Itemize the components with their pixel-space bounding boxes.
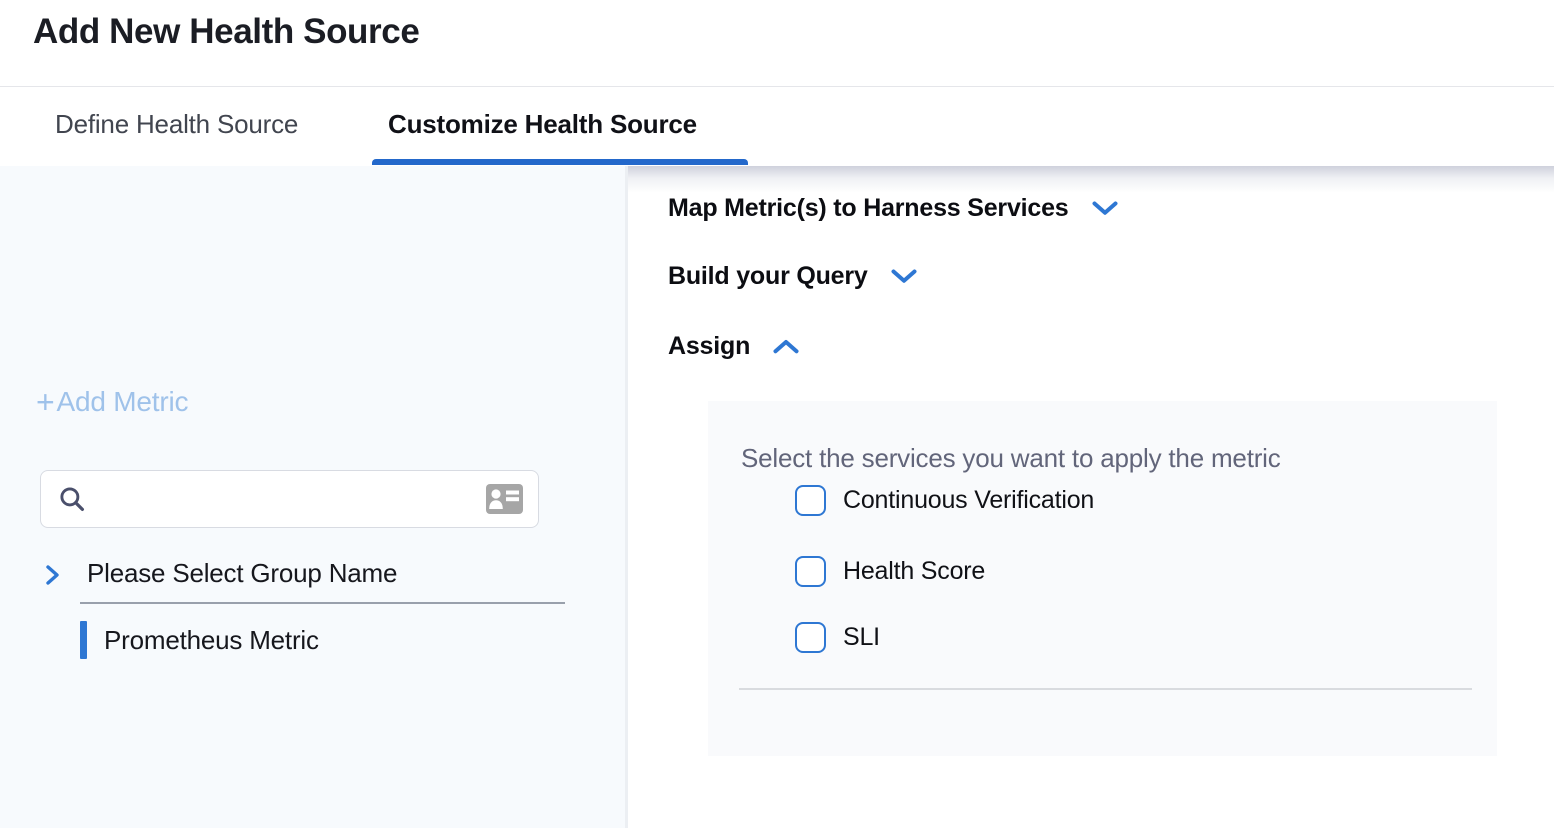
active-tab-indicator (372, 159, 748, 165)
add-health-source-dialog: Add New Health Source Define Health Sour… (0, 0, 1554, 828)
metric-group-row[interactable]: Please Select Group Name (40, 558, 397, 589)
group-name-label: Please Select Group Name (87, 558, 397, 589)
assign-panel-divider (739, 688, 1472, 690)
tab-define-health-source[interactable]: Define Health Source (55, 109, 298, 140)
header-divider (0, 86, 1554, 87)
contact-card-icon[interactable] (486, 484, 523, 514)
plus-icon: + (36, 388, 55, 416)
add-metric-label: Add Metric (57, 386, 189, 418)
section-build-query[interactable]: Build your Query (668, 262, 918, 291)
chevron-up-icon[interactable] (772, 338, 800, 355)
section-label: Build your Query (668, 262, 868, 291)
option-row-health-score: Health Score (795, 556, 985, 587)
section-label: Map Metric(s) to Harness Services (668, 194, 1069, 223)
section-assign[interactable]: Assign (668, 332, 800, 361)
add-metric-button[interactable]: + Add Metric (36, 386, 188, 418)
metric-search-box (40, 470, 539, 528)
page-title: Add New Health Source (33, 12, 419, 52)
group-underline (80, 602, 565, 604)
checkbox-sli[interactable] (795, 622, 826, 653)
chevron-down-icon[interactable] (890, 268, 918, 285)
selected-indicator (80, 621, 87, 659)
metric-item-label: Prometheus Metric (104, 625, 319, 656)
tab-customize-health-source[interactable]: Customize Health Source (388, 109, 697, 140)
metric-item-prometheus[interactable]: Prometheus Metric (80, 621, 319, 659)
option-row-continuous-verification: Continuous Verification (795, 485, 1094, 516)
option-label[interactable]: Continuous Verification (843, 486, 1094, 515)
metrics-sidebar: + Add Metric Plea (0, 166, 628, 828)
option-label[interactable]: SLI (843, 623, 880, 652)
search-input[interactable] (97, 485, 476, 513)
assign-panel: Select the services you want to apply th… (708, 401, 1497, 756)
option-row-sli: SLI (795, 622, 880, 653)
chevron-right-icon (44, 562, 61, 588)
section-label: Assign (668, 332, 750, 361)
search-icon (57, 484, 87, 514)
chevron-down-icon[interactable] (1091, 200, 1119, 217)
assign-prompt: Select the services you want to apply th… (741, 443, 1281, 474)
section-map-metrics[interactable]: Map Metric(s) to Harness Services (668, 194, 1119, 223)
option-label[interactable]: Health Score (843, 557, 985, 586)
checkbox-continuous-verification[interactable] (795, 485, 826, 516)
checkbox-health-score[interactable] (795, 556, 826, 587)
